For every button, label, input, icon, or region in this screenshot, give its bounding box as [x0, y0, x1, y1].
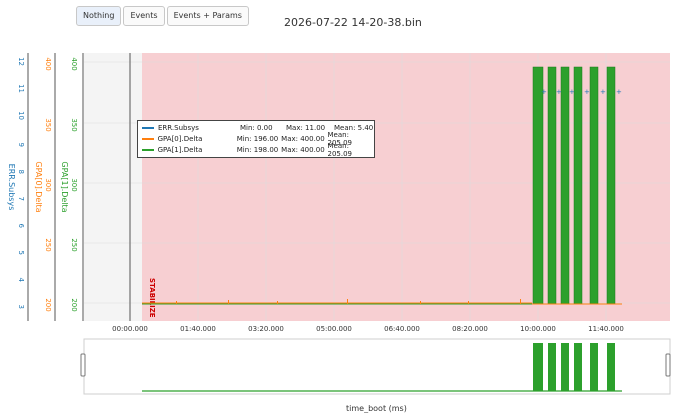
x-tick: 10:00.000 [520, 325, 556, 333]
gpa1-axis-ticks: 400 350 300 250 200 [70, 57, 78, 311]
svg-text:+: + [541, 88, 547, 96]
svg-text:+: + [600, 88, 606, 96]
err-tick: 7 [17, 197, 25, 201]
err-axis-title: ERR.Subsys [7, 164, 16, 211]
err-tick: 12 [17, 57, 25, 66]
legend: ERR.Subsys Min: 0.00 Max: 11.00 Mean: 5.… [137, 120, 375, 158]
svg-text:+: + [616, 88, 622, 96]
gpa0-tick: 400 [44, 57, 52, 70]
legend-max: Max: 400.00 [281, 135, 325, 143]
svg-text:+: + [584, 88, 590, 96]
gpa0-tick: 300 [44, 178, 52, 191]
err-tick: 5 [17, 251, 25, 255]
legend-swatch [142, 138, 154, 140]
err-tick: 8 [17, 170, 25, 174]
x-tick: 03:20.000 [248, 325, 284, 333]
err-tick: 3 [17, 305, 25, 309]
x-axis-title: time_boot (ms) [346, 404, 407, 413]
legend-min: Min: 196.00 [236, 135, 279, 143]
legend-name: ERR.Subsys [158, 124, 199, 132]
gpa0-tick: 250 [44, 238, 52, 251]
range-slider-frame [83, 338, 671, 395]
gpa1-tick: 350 [70, 118, 78, 131]
x-tick: 11:40.000 [588, 325, 624, 333]
range-slider[interactable] [80, 338, 671, 395]
gpa0-tick: 350 [44, 118, 52, 131]
err-tick: 11 [17, 84, 25, 93]
legend-swatch [142, 127, 154, 129]
mode-marker-label: STABILIZE [148, 278, 156, 318]
gpa1-axis-title: GPA[1].Delta [60, 161, 69, 212]
range-slider-right-handle[interactable] [665, 353, 671, 377]
x-tick: 01:40.000 [180, 325, 216, 333]
gpa0-tick: 200 [44, 298, 52, 311]
err-tick: 6 [17, 224, 25, 229]
err-tick: 10 [17, 111, 25, 120]
legend-min: Min: 0.00 [240, 124, 273, 132]
gpa0-axis-ticks: 400 350 300 250 200 [44, 57, 52, 311]
gpa1-tick: 200 [70, 298, 78, 311]
x-axis-ticks: 00:00.000 01:40.000 03:20.000 05:00.000 … [112, 325, 624, 333]
x-tick: 06:40.000 [384, 325, 420, 333]
legend-max: Max: 400.00 [281, 146, 325, 154]
legend-name: GPA[1].Delta [157, 146, 203, 154]
legend-name: GPA[0].Delta [157, 135, 203, 143]
legend-swatch [142, 149, 154, 151]
err-tick: 9 [17, 143, 25, 147]
x-tick: 05:00.000 [316, 325, 352, 333]
svg-text:+: + [556, 88, 562, 96]
x-tick: 00:00.000 [112, 325, 148, 333]
legend-min: Min: 198.00 [236, 146, 279, 154]
gpa0-axis-title: GPA[0].Delta [34, 161, 43, 212]
err-axis-ticks: 12 11 10 9 8 7 6 5 4 3 [17, 57, 25, 309]
err-tick: 4 [17, 278, 25, 283]
legend-item: GPA[1].Delta Min: 198.00 Max: 400.00 Mea… [142, 142, 374, 158]
svg-text:+: + [569, 88, 575, 96]
gpa1-tick: 300 [70, 178, 78, 191]
gpa1-tick: 400 [70, 57, 78, 70]
plot-canvas[interactable]: STABILIZE 12 11 10 9 8 7 6 5 4 3 400 350… [0, 0, 690, 413]
x-tick: 08:20.000 [452, 325, 488, 333]
gpa1-tick: 250 [70, 238, 78, 251]
legend-mean: Mean: 205.09 [327, 142, 353, 158]
range-slider-left-handle[interactable] [80, 353, 86, 377]
